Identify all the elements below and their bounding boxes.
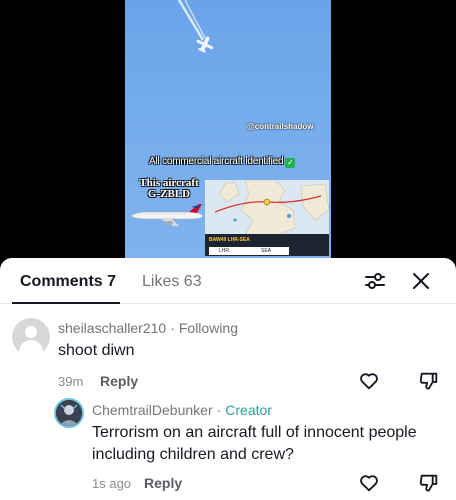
video-area[interactable]: @contrailshadow All commercial aircraft … [0, 0, 456, 258]
map-graphic [205, 180, 329, 236]
watermark-text: @contrailshadow [247, 122, 314, 131]
sliders-icon[interactable] [362, 268, 388, 294]
comments-tabs: Comments 7 Likes 63 [0, 258, 456, 304]
dislike-icon[interactable] [418, 370, 440, 392]
reply-button[interactable]: Reply [100, 373, 138, 389]
flight-map: BAW49 LHR-SEA LHR SEA [205, 180, 329, 256]
aircraft-info-card: This aircraft G-ZBLD BAW49 LHR-SEA LHR S… [125, 176, 331, 258]
heart-icon[interactable] [358, 370, 380, 392]
checkmark-icon: ✓ [285, 158, 296, 168]
heart-icon[interactable] [358, 472, 380, 494]
video-headline: All commercial aircraft identified ✓ [149, 156, 296, 168]
tab-comments[interactable]: Comments 7 [20, 273, 116, 291]
aircraft-label: This aircraft G-ZBLD [139, 177, 199, 200]
comment-username[interactable]: sheilaschaller210 [58, 320, 166, 336]
comment-text: Terrorism on an aircraft full of innocen… [92, 424, 417, 463]
active-tab-indicator [12, 302, 120, 304]
comment-time: 1s ago [92, 476, 132, 491]
close-icon[interactable] [408, 268, 434, 294]
comment-item: ChemtrailDebunker · Creator Terrorism on a… [0, 398, 456, 498]
route-codes: LHR SEA [209, 247, 289, 255]
creator-badge: Creator [225, 402, 272, 418]
comment-meta: sheilaschaller210 · Following [58, 320, 238, 336]
headline-text: All commercial aircraft identified [149, 156, 284, 167]
comment-time: 39m [58, 374, 84, 389]
reply-button[interactable]: Reply [144, 475, 182, 491]
avatar[interactable] [54, 398, 84, 428]
video-frame[interactable]: @contrailshadow All commercial aircraft … [125, 0, 331, 258]
comment-item: sheilaschaller210 · Following shoot diwn 3… [0, 318, 456, 398]
comments-sheet: Comments 7 Likes 63 sheilaschaller210 · Fo… [0, 258, 456, 500]
video-watermark: @contrailshadow [247, 122, 313, 131]
tab-likes[interactable]: Likes 63 [142, 273, 202, 291]
destination-code: SEA [261, 248, 272, 254]
avatar[interactable] [12, 318, 50, 356]
flight-panel: BAW49 LHR-SEA LHR SEA [205, 234, 329, 256]
comment-relation: Following [178, 320, 238, 336]
dislike-icon[interactable] [418, 472, 440, 494]
comment-username[interactable]: ChemtrailDebunker [92, 402, 213, 418]
comment-meta: ChemtrailDebunker · Creator [92, 402, 272, 418]
comment-text: shoot diwn [58, 342, 135, 359]
flight-number: BAW49 LHR-SEA [209, 237, 250, 243]
contrail-plane-image [177, 0, 214, 53]
aircraft-image [130, 204, 204, 226]
origin-code: LHR [219, 248, 230, 254]
